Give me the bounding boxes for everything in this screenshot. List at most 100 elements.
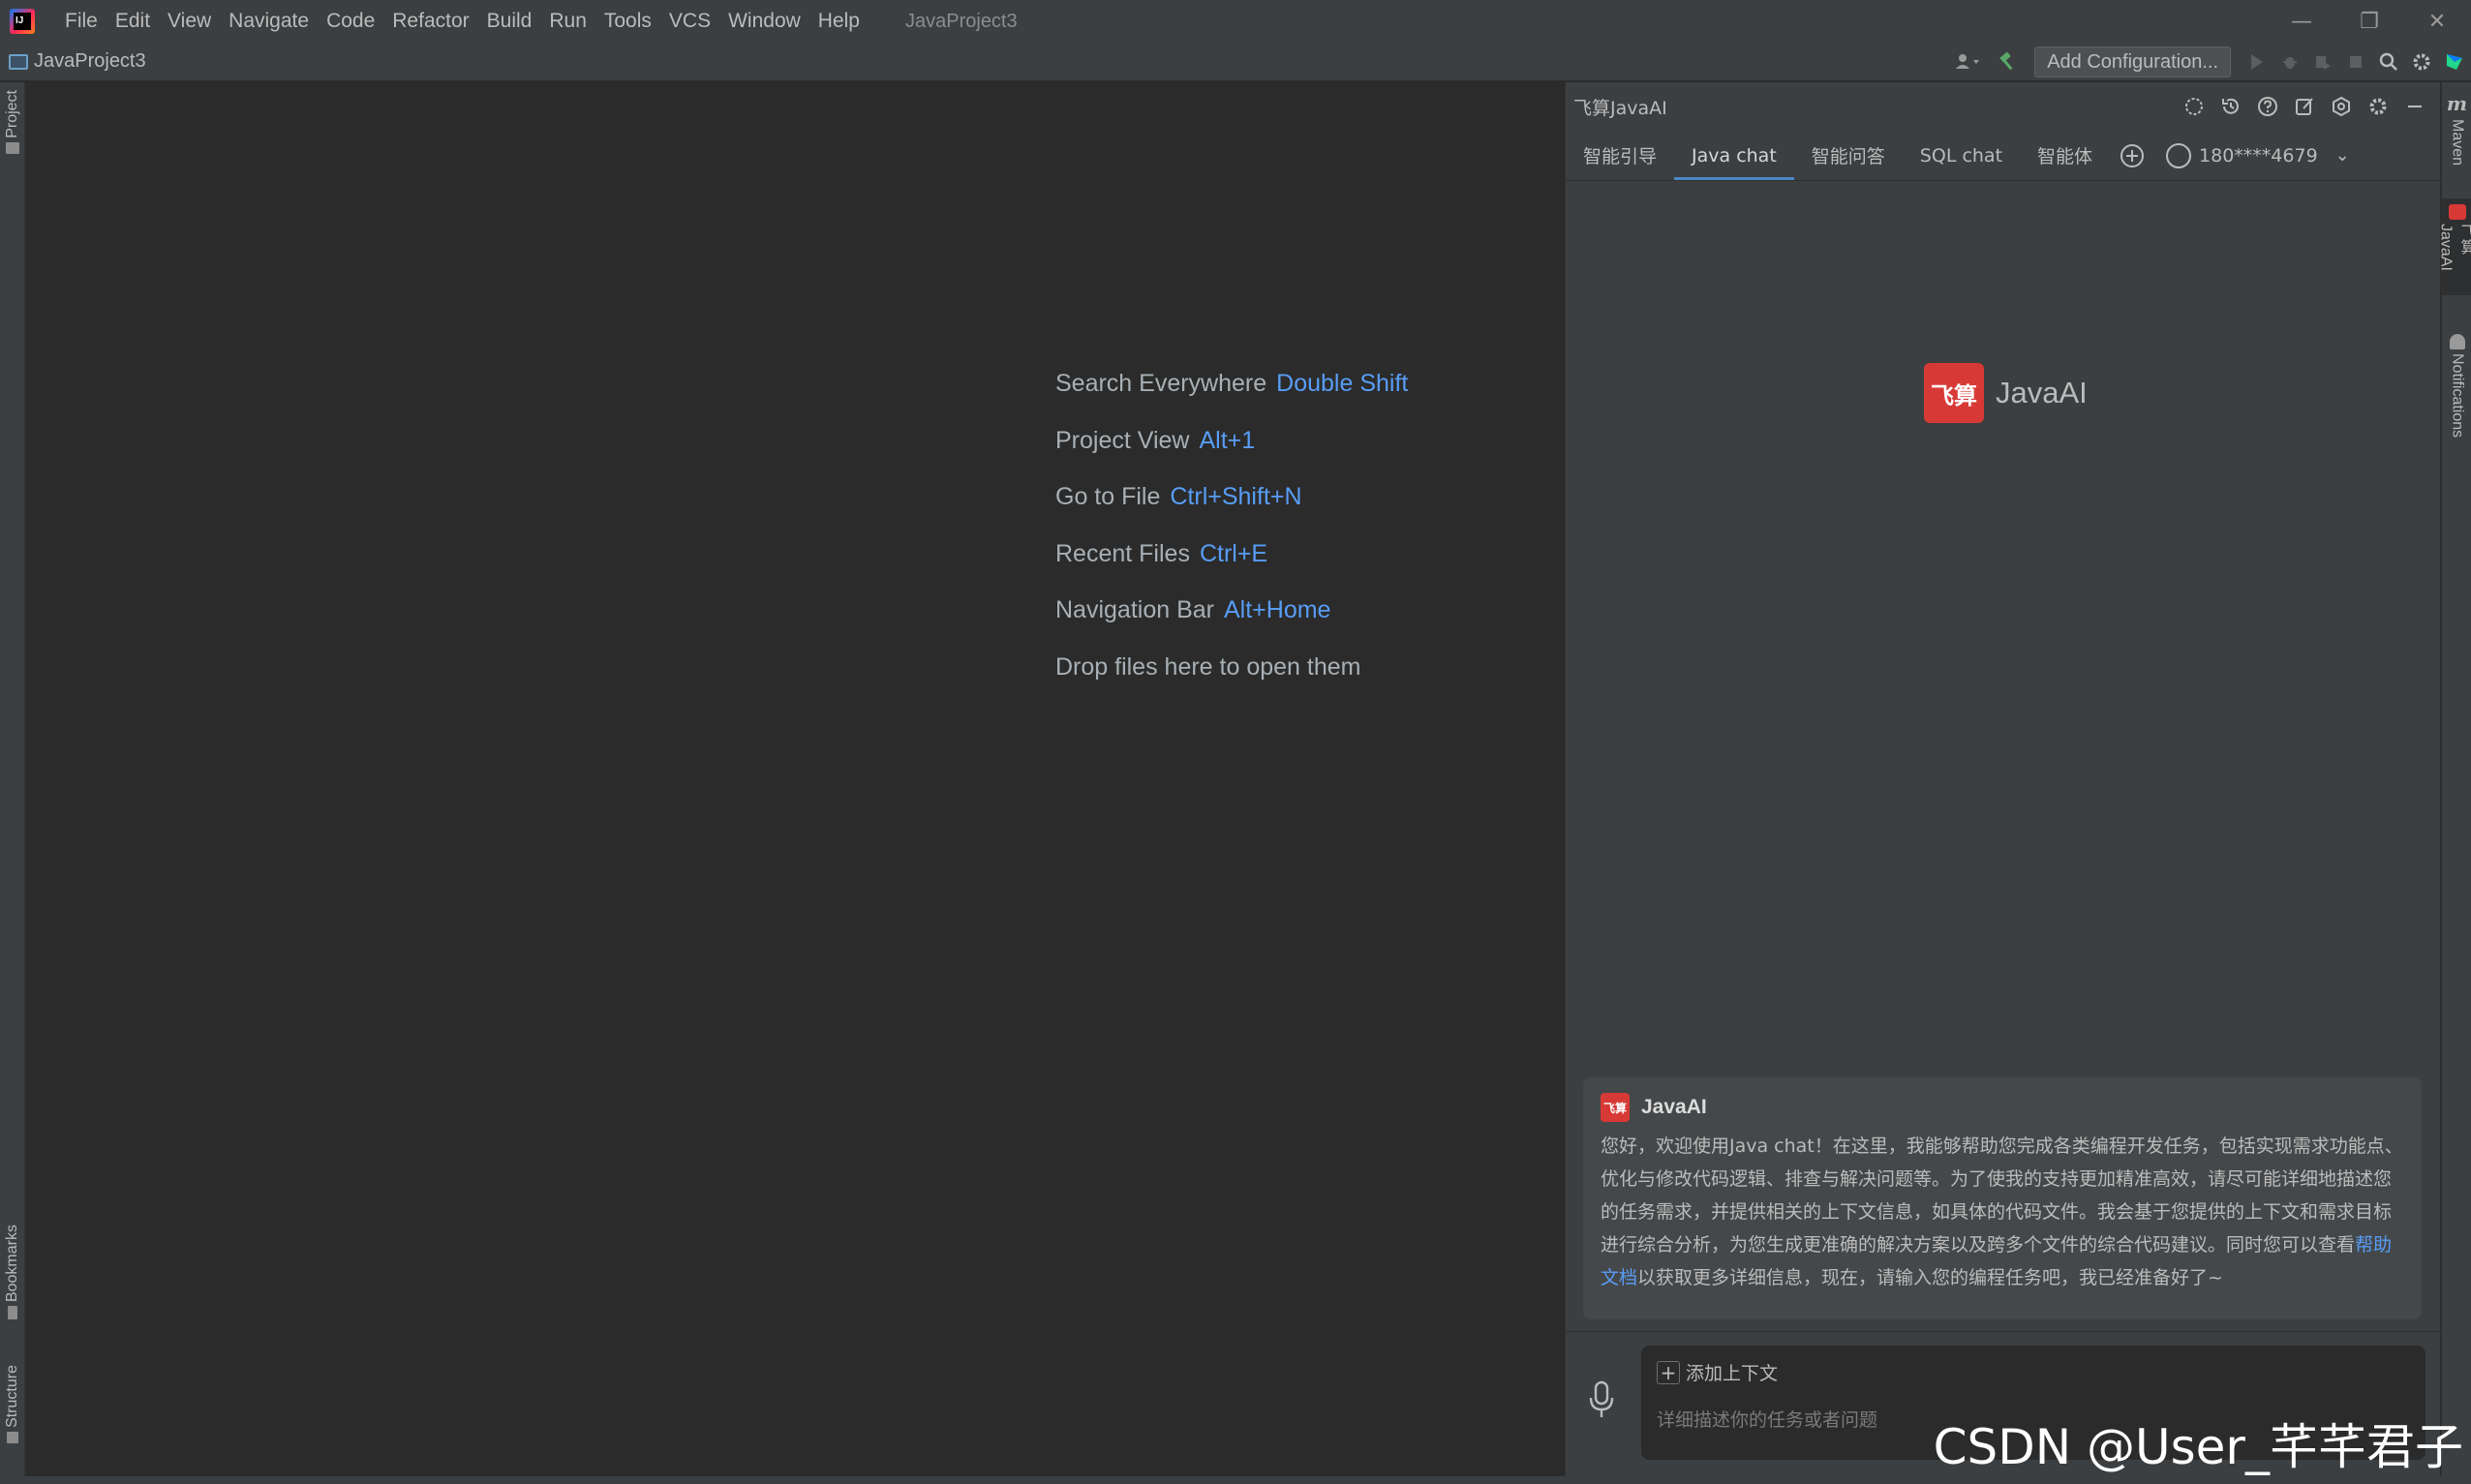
run-toolbar: Add Configuration... [1947, 43, 2471, 81]
feisuan-logo-icon: 飞算 [1924, 363, 1984, 423]
menu-window[interactable]: Window [719, 0, 809, 43]
gear-icon[interactable] [2360, 90, 2396, 123]
add-context-button[interactable]: + 添加上下文 [1657, 1359, 1778, 1385]
menu-bar: File Edit View Navigate Code Refactor Bu… [56, 0, 869, 43]
breadcrumb-project-name: JavaProject3 [34, 50, 146, 72]
edit-icon[interactable] [2286, 90, 2323, 123]
panel-header-actions [2176, 90, 2433, 123]
bookmark-icon [8, 1306, 17, 1320]
javaai-tabs: 智能引导 Java chat 智能问答 SQL chat 智能体 180****… [1566, 131, 2441, 181]
structure-tab-label: Structure [4, 1365, 20, 1428]
add-configuration-button[interactable]: Add Configuration... [2034, 46, 2231, 77]
navigation-bar: JavaProject3 Add Configuration... [0, 43, 2471, 81]
hint-project-view: Project View Alt+1 [1055, 412, 1408, 469]
menu-build[interactable]: Build [478, 0, 541, 43]
welcome-message-card: 飞算 JavaAI 您好，欢迎使用Java chat！在这里，我能够帮助您完成各… [1583, 1077, 2422, 1319]
chevron-down-icon: ⌄ [2334, 145, 2350, 166]
microphone-icon[interactable] [1587, 1380, 1616, 1429]
hint-label: Drop files here to open them [1055, 652, 1361, 681]
welcome-message-text: 您好，欢迎使用Java chat！在这里，我能够帮助您完成各类编程开发任务，包括… [1601, 1130, 2404, 1294]
maven-icon: m [2446, 92, 2468, 115]
structure-icon [7, 1431, 18, 1443]
project-tab-label: Project [4, 90, 20, 138]
plus-icon: + [1657, 1360, 1680, 1384]
project-folder-icon [9, 53, 28, 70]
account-phone: 180****4679 [2199, 144, 2318, 167]
editor-empty-area[interactable]: Search Everywhere Double Shift Project Vi… [25, 82, 1564, 1476]
menu-edit[interactable]: Edit [107, 0, 159, 43]
project-tool-tab[interactable]: Project [0, 90, 25, 154]
menu-view[interactable]: View [159, 0, 220, 43]
breadcrumb[interactable]: JavaProject3 [9, 50, 146, 73]
search-icon[interactable] [2372, 45, 2405, 78]
javaai-panel-header: 飞算JavaAI [1566, 82, 2441, 131]
javaai-hero: 飞算 JavaAI [1924, 363, 2088, 423]
new-chat-plus-icon[interactable] [2110, 131, 2154, 180]
menu-tools[interactable]: Tools [595, 0, 660, 43]
intellij-logo-icon[interactable]: IJ [10, 9, 35, 34]
hint-drop-files: Drop files here to open them [1055, 639, 1408, 696]
tab-java-chat[interactable]: Java chat [1674, 131, 1794, 180]
tab-smart-qa[interactable]: 智能问答 [1794, 131, 1903, 180]
tab-agent[interactable]: 智能体 [2020, 131, 2110, 180]
settings-gear-icon[interactable] [2405, 45, 2438, 78]
message-sender: JavaAI [1641, 1096, 1707, 1118]
menu-navigate[interactable]: Navigate [220, 0, 318, 43]
hide-panel-icon[interactable] [2396, 90, 2433, 123]
hint-shortcut: Double Shift [1276, 370, 1409, 397]
build-hammer-icon[interactable] [1992, 45, 2025, 78]
javaai-tab-label: 飞算JavaAI [2437, 224, 2471, 272]
tab-smart-guide[interactable]: 智能引导 [1566, 131, 1674, 180]
account-dropdown[interactable]: 180****4679 ⌄ [2166, 131, 2350, 180]
hint-label: Search Everywhere [1055, 370, 1267, 397]
menu-run[interactable]: Run [540, 0, 595, 43]
plugin-settings-icon[interactable] [2323, 90, 2360, 123]
right-tool-strip: m Maven 飞算JavaAI Notifications [2438, 82, 2471, 1476]
menu-help[interactable]: Help [809, 0, 869, 43]
minimize-icon[interactable]: — [2268, 0, 2335, 43]
structure-tool-tab[interactable]: Structure [0, 1365, 25, 1443]
left-tool-strip: Project Bookmarks Structure [0, 82, 25, 1476]
jetbrains-toolbox-icon[interactable] [2438, 45, 2471, 78]
bookmarks-tab-label: Bookmarks [4, 1225, 20, 1303]
run-icon[interactable] [2241, 45, 2273, 78]
skill-gear-icon[interactable] [2176, 90, 2212, 123]
watermark: CSDN @User_芊芊君子 [1933, 1419, 2463, 1475]
user-avatar-icon [2166, 142, 2192, 168]
javaai-tool-tab[interactable]: 飞算JavaAI [2438, 198, 2471, 295]
welcome-message-body: 您好，欢迎使用Java chat！在这里，我能够帮助您完成各类编程开发任务，包括… [1601, 1136, 2403, 1256]
stop-icon[interactable] [2339, 45, 2372, 78]
hint-search-everywhere: Search Everywhere Double Shift [1055, 355, 1408, 412]
hint-shortcut: Ctrl+E [1199, 539, 1268, 567]
hero-brand-name: JavaAI [1996, 376, 2088, 409]
user-vcs-icon[interactable] [1947, 45, 1992, 78]
hint-go-to-file: Go to File Ctrl+Shift+N [1055, 469, 1408, 526]
history-icon[interactable] [2212, 90, 2249, 123]
help-icon[interactable] [2249, 90, 2286, 123]
hint-navigation-bar: Navigation Bar Alt+Home [1055, 582, 1408, 639]
hint-label: Project View [1055, 426, 1190, 454]
maven-tool-tab[interactable]: m Maven [2442, 92, 2471, 189]
restore-icon[interactable]: ❐ [2335, 0, 2403, 43]
close-icon[interactable]: ✕ [2403, 0, 2471, 43]
hint-shortcut: Ctrl+Shift+N [1170, 483, 1302, 510]
hint-label: Recent Files [1055, 539, 1190, 567]
panel-title: 飞算JavaAI [1573, 97, 1667, 119]
menu-code[interactable]: Code [318, 0, 383, 43]
title-bar: IJ File Edit View Navigate Code Refactor… [0, 0, 2471, 43]
bookmarks-tool-tab[interactable]: Bookmarks [0, 1225, 25, 1320]
feisuan-logo-icon: 飞算 [1601, 1093, 1630, 1122]
hint-label: Navigation Bar [1055, 596, 1214, 623]
debug-icon[interactable] [2273, 45, 2306, 78]
logo-text: IJ [14, 13, 31, 30]
menu-refactor[interactable]: Refactor [383, 0, 477, 43]
notifications-tool-tab[interactable]: Notifications [2442, 334, 2471, 450]
hint-shortcut: Alt+1 [1199, 426, 1256, 454]
javaai-panel: 飞算JavaAI 智能引导 Java chat 智能问答 SQL chat 智能… [1565, 82, 2441, 1476]
menu-vcs[interactable]: VCS [660, 0, 719, 43]
bell-icon [2449, 334, 2465, 349]
menu-file[interactable]: File [56, 0, 107, 43]
message-header: 飞算 JavaAI [1601, 1093, 2404, 1122]
tab-sql-chat[interactable]: SQL chat [1903, 131, 2020, 180]
coverage-icon[interactable] [2306, 45, 2339, 78]
